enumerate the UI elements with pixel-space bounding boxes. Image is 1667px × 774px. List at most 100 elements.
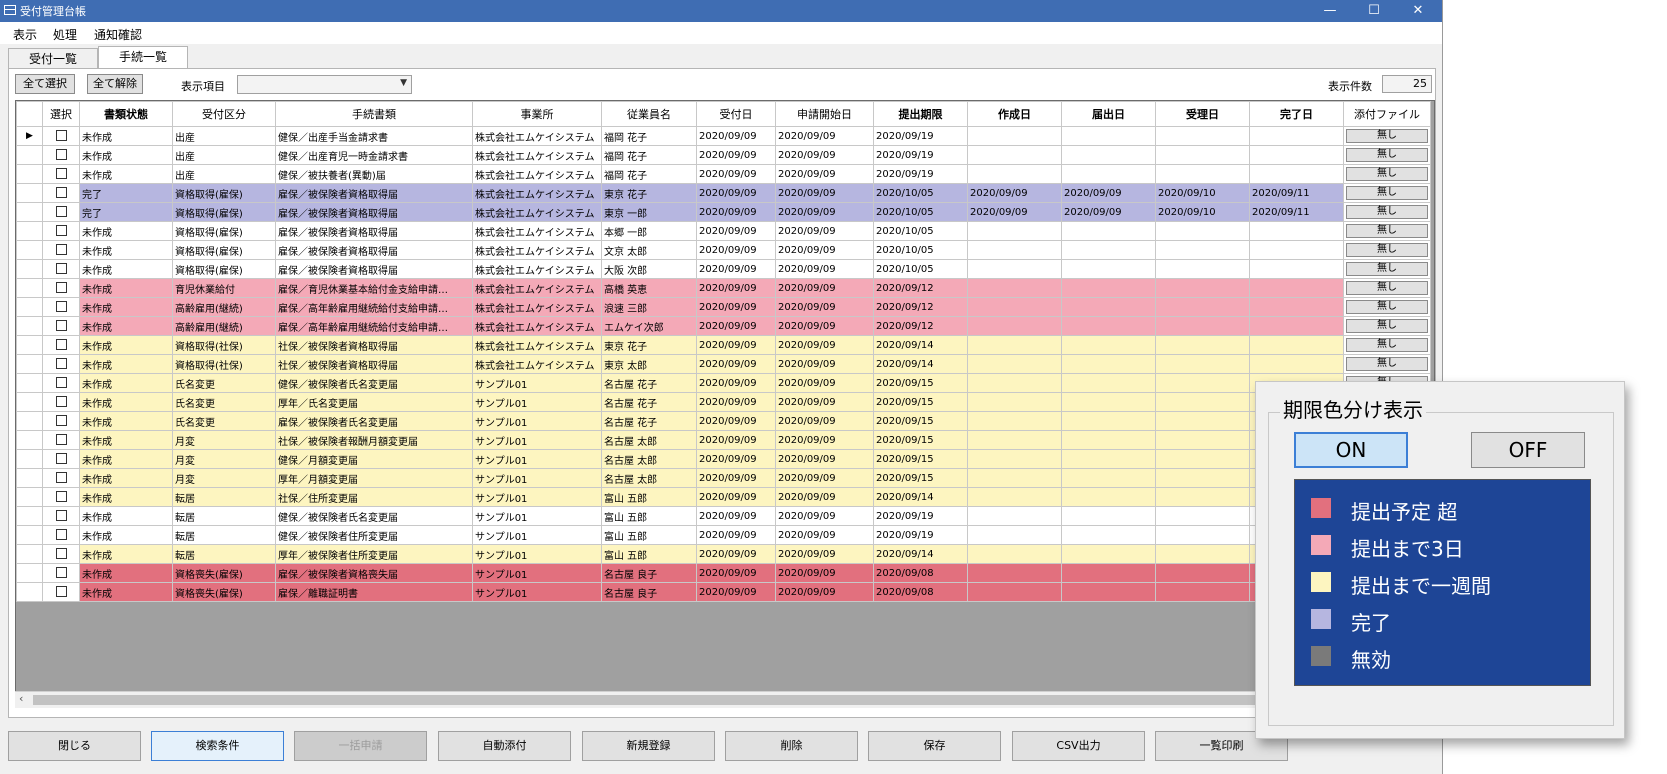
table-row[interactable]: 未作成 資格取得(雇保) 雇保／被保険者資格取得届 株式会社エムケイシステム 本郷 一郎… (16, 221, 1431, 241)
created-date-cell[interactable] (967, 468, 1062, 488)
application-start-cell[interactable]: 2020/09/09 (775, 468, 874, 488)
accepted-date-cell[interactable] (1155, 164, 1250, 184)
completed-date-cell[interactable] (1249, 278, 1344, 298)
office-cell[interactable]: サンプル01 (472, 544, 602, 564)
doc-status-cell[interactable]: 未作成 (79, 240, 173, 260)
completed-date-cell[interactable]: 2020/09/11 (1249, 183, 1344, 203)
doc-status-cell[interactable]: 未作成 (79, 145, 173, 165)
accepted-date-cell[interactable] (1155, 563, 1250, 583)
reception-date-cell[interactable]: 2020/09/09 (696, 354, 776, 374)
application-start-cell[interactable]: 2020/09/09 (775, 487, 874, 507)
filed-date-cell[interactable] (1061, 354, 1156, 374)
table-row[interactable]: 未作成 高齢雇用(継続) 雇保／高年齢雇用継続給付支給申請… 株式会社エムケイシステム… (16, 297, 1431, 317)
row-checkbox[interactable] (55, 244, 67, 256)
reception-date-cell[interactable]: 2020/09/09 (696, 506, 776, 526)
procedure-document-cell[interactable]: 社保／住所変更届 (275, 487, 473, 507)
office-cell[interactable]: サンプル01 (472, 430, 602, 450)
doc-status-cell[interactable]: 未作成 (79, 354, 173, 374)
created-date-cell[interactable] (967, 430, 1062, 450)
reception-date-cell[interactable]: 2020/09/09 (696, 126, 776, 146)
attachment-button[interactable]: 無し (1346, 186, 1428, 200)
reception-category-cell[interactable]: 月変 (172, 468, 276, 488)
office-cell[interactable]: サンプル01 (472, 449, 602, 469)
created-date-cell[interactable] (967, 145, 1062, 165)
application-start-cell[interactable]: 2020/09/09 (775, 430, 874, 450)
row-header[interactable] (16, 430, 43, 450)
employee-cell[interactable]: 本郷 一郎 (601, 221, 697, 241)
doc-status-cell[interactable]: 未作成 (79, 297, 173, 317)
application-start-cell[interactable]: 2020/09/09 (775, 221, 874, 241)
row-header[interactable] (16, 544, 43, 564)
row-checkbox[interactable] (55, 206, 67, 218)
office-cell[interactable]: 株式会社エムケイシステム (472, 164, 602, 184)
accepted-date-cell[interactable] (1155, 354, 1250, 374)
completed-date-cell[interactable] (1249, 354, 1344, 374)
employee-cell[interactable]: 文京 太郎 (601, 240, 697, 260)
office-cell[interactable]: サンプル01 (472, 373, 602, 393)
clear-all-button[interactable]: 全て解除 (87, 74, 143, 94)
reception-category-cell[interactable]: 資格喪失(雇保) (172, 563, 276, 583)
employee-cell[interactable]: 名古屋 太郎 (601, 449, 697, 469)
reception-date-cell[interactable]: 2020/09/09 (696, 430, 776, 450)
accepted-date-cell[interactable] (1155, 430, 1250, 450)
office-cell[interactable]: 株式会社エムケイシステム (472, 297, 602, 317)
employee-cell[interactable]: エムケイ次郎 (601, 316, 697, 336)
application-start-cell[interactable]: 2020/09/09 (775, 316, 874, 336)
filed-date-cell[interactable] (1061, 297, 1156, 317)
col-attachment[interactable]: 添付ファイル (1343, 101, 1431, 127)
accepted-date-cell[interactable] (1155, 316, 1250, 336)
employee-cell[interactable]: 福岡 花子 (601, 164, 697, 184)
created-date-cell[interactable] (967, 278, 1062, 298)
bulk-apply-button[interactable]: 一括申請 (294, 731, 427, 761)
procedure-document-cell[interactable]: 健保／出産手当金請求書 (275, 126, 473, 146)
application-start-cell[interactable]: 2020/09/09 (775, 544, 874, 564)
office-cell[interactable]: サンプル01 (472, 582, 602, 602)
reception-date-cell[interactable]: 2020/09/09 (696, 373, 776, 393)
accepted-date-cell[interactable] (1155, 392, 1250, 412)
col-completed-date[interactable]: 完了日 (1249, 101, 1344, 127)
table-row[interactable]: 未作成 資格取得(雇保) 雇保／被保険者資格取得届 株式会社エムケイシステム 文京 太郎… (16, 240, 1431, 260)
row-checkbox[interactable] (55, 396, 67, 408)
col-employee[interactable]: 従業員名 (601, 101, 697, 127)
row-header[interactable] (16, 582, 43, 602)
filed-date-cell[interactable] (1061, 506, 1156, 526)
row-header[interactable] (16, 316, 43, 336)
filed-date-cell[interactable] (1061, 278, 1156, 298)
attachment-button[interactable]: 無し (1346, 129, 1428, 143)
reception-date-cell[interactable]: 2020/09/09 (696, 411, 776, 431)
col-doc-status[interactable]: 書類状態 (79, 101, 173, 127)
select-all-button[interactable]: 全て選択 (15, 74, 75, 94)
deadline-cell[interactable]: 2020/09/15 (873, 468, 968, 488)
col-office[interactable]: 事業所 (472, 101, 602, 127)
accepted-date-cell[interactable] (1155, 468, 1250, 488)
accepted-date-cell[interactable] (1155, 240, 1250, 260)
col-created-date[interactable]: 作成日 (967, 101, 1062, 127)
new-register-button[interactable]: 新規登録 (582, 731, 715, 761)
attachment-button[interactable]: 無し (1346, 357, 1428, 371)
accepted-date-cell[interactable] (1155, 221, 1250, 241)
row-checkbox[interactable] (55, 510, 67, 522)
created-date-cell[interactable]: 2020/09/09 (967, 202, 1062, 222)
row-checkbox[interactable] (55, 339, 67, 351)
scroll-left-icon[interactable]: ‹ (19, 692, 23, 705)
application-start-cell[interactable]: 2020/09/09 (775, 297, 874, 317)
reception-category-cell[interactable]: 転居 (172, 506, 276, 526)
current-row-indicator-icon[interactable]: ▶ (16, 126, 43, 146)
attachment-button[interactable]: 無し (1346, 262, 1428, 276)
deadline-cell[interactable]: 2020/09/15 (873, 430, 968, 450)
row-checkbox[interactable] (55, 225, 67, 237)
application-start-cell[interactable]: 2020/09/09 (775, 126, 874, 146)
col-deadline[interactable]: 提出期限 (873, 101, 968, 127)
row-checkbox[interactable] (55, 358, 67, 370)
application-start-cell[interactable]: 2020/09/09 (775, 240, 874, 260)
filed-date-cell[interactable] (1061, 335, 1156, 355)
legend-on-button[interactable]: ON (1294, 432, 1408, 468)
table-row[interactable]: 未作成 出産 健保／出産育児一時金請求書 株式会社エムケイシステム 福岡 花子 2020/… (16, 145, 1431, 165)
deadline-cell[interactable]: 2020/09/14 (873, 487, 968, 507)
reception-date-cell[interactable]: 2020/09/09 (696, 221, 776, 241)
reception-category-cell[interactable]: 転居 (172, 487, 276, 507)
col-application-start[interactable]: 申請開始日 (775, 101, 874, 127)
reception-date-cell[interactable]: 2020/09/09 (696, 582, 776, 602)
filed-date-cell[interactable] (1061, 430, 1156, 450)
row-header[interactable] (16, 468, 43, 488)
